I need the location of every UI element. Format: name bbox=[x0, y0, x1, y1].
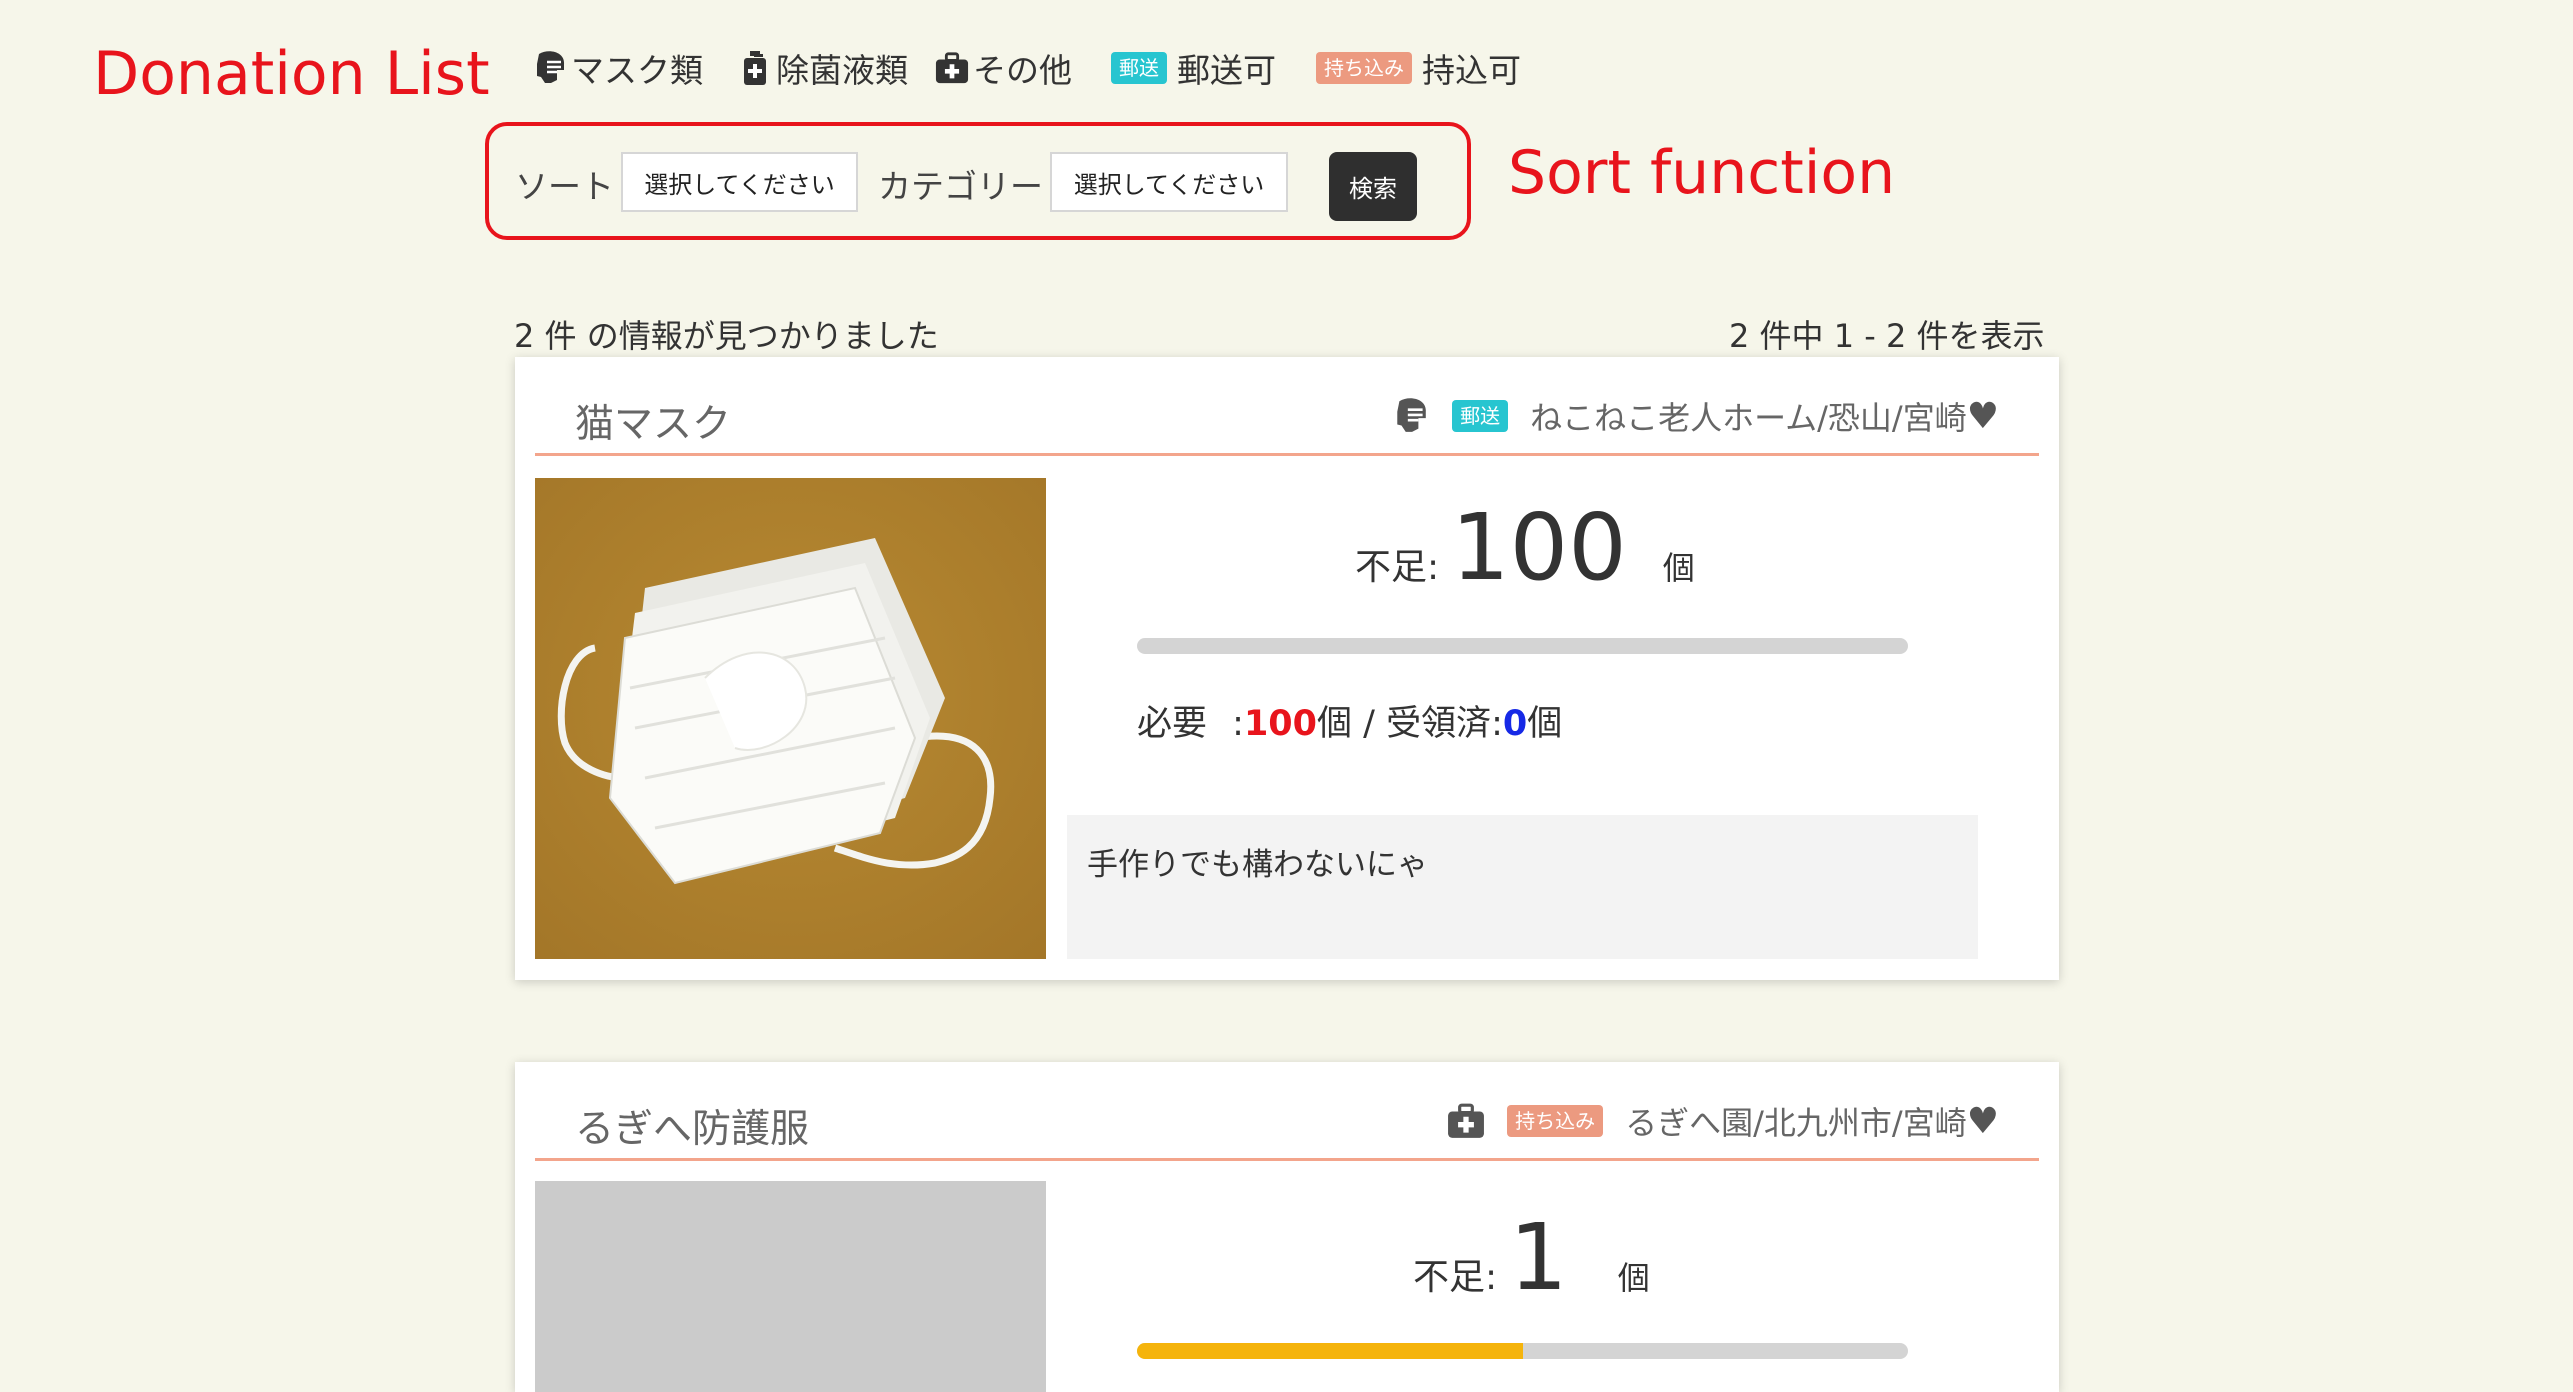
category-select[interactable]: 選択してください bbox=[1050, 152, 1288, 212]
need-value: 100 bbox=[1243, 704, 1318, 744]
donation-card[interactable]: 猫マスク 郵送 ねこねこ老人ホーム/恐山/宮崎 ♥ 不足: 100 個 必要:… bbox=[515, 357, 2059, 980]
sort-label: ソート bbox=[515, 167, 614, 206]
card-title[interactable]: 猫マスク bbox=[575, 393, 731, 449]
card-meta: 郵送 ねこねこ老人ホーム/恐山/宮崎 ♥ bbox=[1392, 393, 1999, 439]
search-button[interactable]: 検索 bbox=[1329, 152, 1417, 221]
disinfectant-bottle-icon bbox=[744, 51, 766, 85]
received-value: 0 bbox=[1502, 704, 1528, 744]
card-divider bbox=[535, 1158, 2039, 1161]
need-label: 必要 bbox=[1137, 704, 1208, 744]
card-divider bbox=[535, 453, 2039, 456]
legend-mask[interactable]: マスク類 bbox=[533, 44, 703, 92]
shortage-value: 1 bbox=[1509, 1204, 1568, 1311]
received-unit: 個 bbox=[1527, 704, 1563, 744]
card-location: るぎへ園/北九州市/宮崎 bbox=[1625, 1104, 1967, 1142]
shortage-value: 100 bbox=[1451, 494, 1627, 601]
first-aid-kit-icon bbox=[935, 52, 969, 84]
category-label: カテゴリー bbox=[878, 167, 1043, 206]
donation-card[interactable]: るぎへ防護服 持ち込み るぎへ園/北九州市/宮崎 ♥ 不足: 1 個 bbox=[515, 1062, 2059, 1392]
card-location: ねこねこ老人ホーム/恐山/宮崎 bbox=[1530, 399, 1967, 437]
card-meta: 持ち込み るぎへ園/北九州市/宮崎 ♥ bbox=[1447, 1098, 1999, 1144]
sort-select[interactable]: 選択してください bbox=[621, 152, 858, 212]
shortage-unit: 個 bbox=[1617, 1259, 1650, 1297]
legend-disinfectant-label: 除菌液類 bbox=[776, 51, 908, 90]
item-photo-placeholder bbox=[535, 1181, 1046, 1392]
results-range: 2 件中 1 - 2 件を表示 bbox=[1729, 317, 2045, 355]
card-badge: 郵送 bbox=[1452, 400, 1509, 432]
legend-mail-label: 郵送可 bbox=[1177, 51, 1276, 90]
heart-icon[interactable]: ♥ bbox=[1967, 396, 1999, 437]
legend-other-label: その他 bbox=[973, 51, 1072, 90]
bring-badge: 持ち込み bbox=[1316, 52, 1412, 84]
legend-disinfectant[interactable]: 除菌液類 bbox=[738, 44, 908, 92]
progress-bar bbox=[1137, 1343, 1908, 1359]
shortage: 不足: 100 個 bbox=[1355, 502, 1695, 594]
shortage-label: 不足: bbox=[1355, 547, 1440, 588]
need-separator: / bbox=[1363, 704, 1375, 744]
progress-bar bbox=[1137, 638, 1908, 654]
card-title[interactable]: るぎへ防護服 bbox=[575, 1098, 809, 1154]
shortage-unit: 個 bbox=[1662, 549, 1695, 587]
mail-badge: 郵送 bbox=[1111, 52, 1167, 84]
first-aid-kit-icon bbox=[1448, 1103, 1485, 1138]
need-summary: 必要 :100個 / 受領済:0個 bbox=[1137, 695, 1562, 746]
legend-bring-label: 持込可 bbox=[1422, 51, 1521, 90]
mask-icon bbox=[1397, 398, 1426, 432]
mask-icon bbox=[537, 51, 565, 83]
need-unit: 個 bbox=[1317, 704, 1353, 744]
legend-other[interactable]: その他 bbox=[935, 44, 1072, 92]
annotation-sort-function: Sort function bbox=[1508, 138, 1896, 208]
annotation-donation-list: Donation List bbox=[93, 39, 490, 109]
results-found: 2 件 の情報が見つかりました bbox=[514, 317, 939, 355]
shortage-label: 不足: bbox=[1413, 1257, 1498, 1298]
card-badge: 持ち込み bbox=[1507, 1105, 1604, 1137]
legend-mask-label: マスク類 bbox=[571, 51, 703, 90]
legend-mail[interactable]: 郵送 郵送可 bbox=[1111, 44, 1276, 92]
heart-icon[interactable]: ♥ bbox=[1967, 1101, 1999, 1142]
received-label: 受領済: bbox=[1386, 704, 1503, 744]
item-photo bbox=[535, 478, 1046, 959]
legend-bring[interactable]: 持ち込み 持込可 bbox=[1316, 44, 1521, 92]
progress-fill bbox=[1137, 1343, 1523, 1359]
shortage: 不足: 1 個 bbox=[1413, 1212, 1650, 1304]
item-note: 手作りでも構わないにゃ bbox=[1067, 815, 1978, 959]
need-colon: : bbox=[1232, 704, 1244, 744]
